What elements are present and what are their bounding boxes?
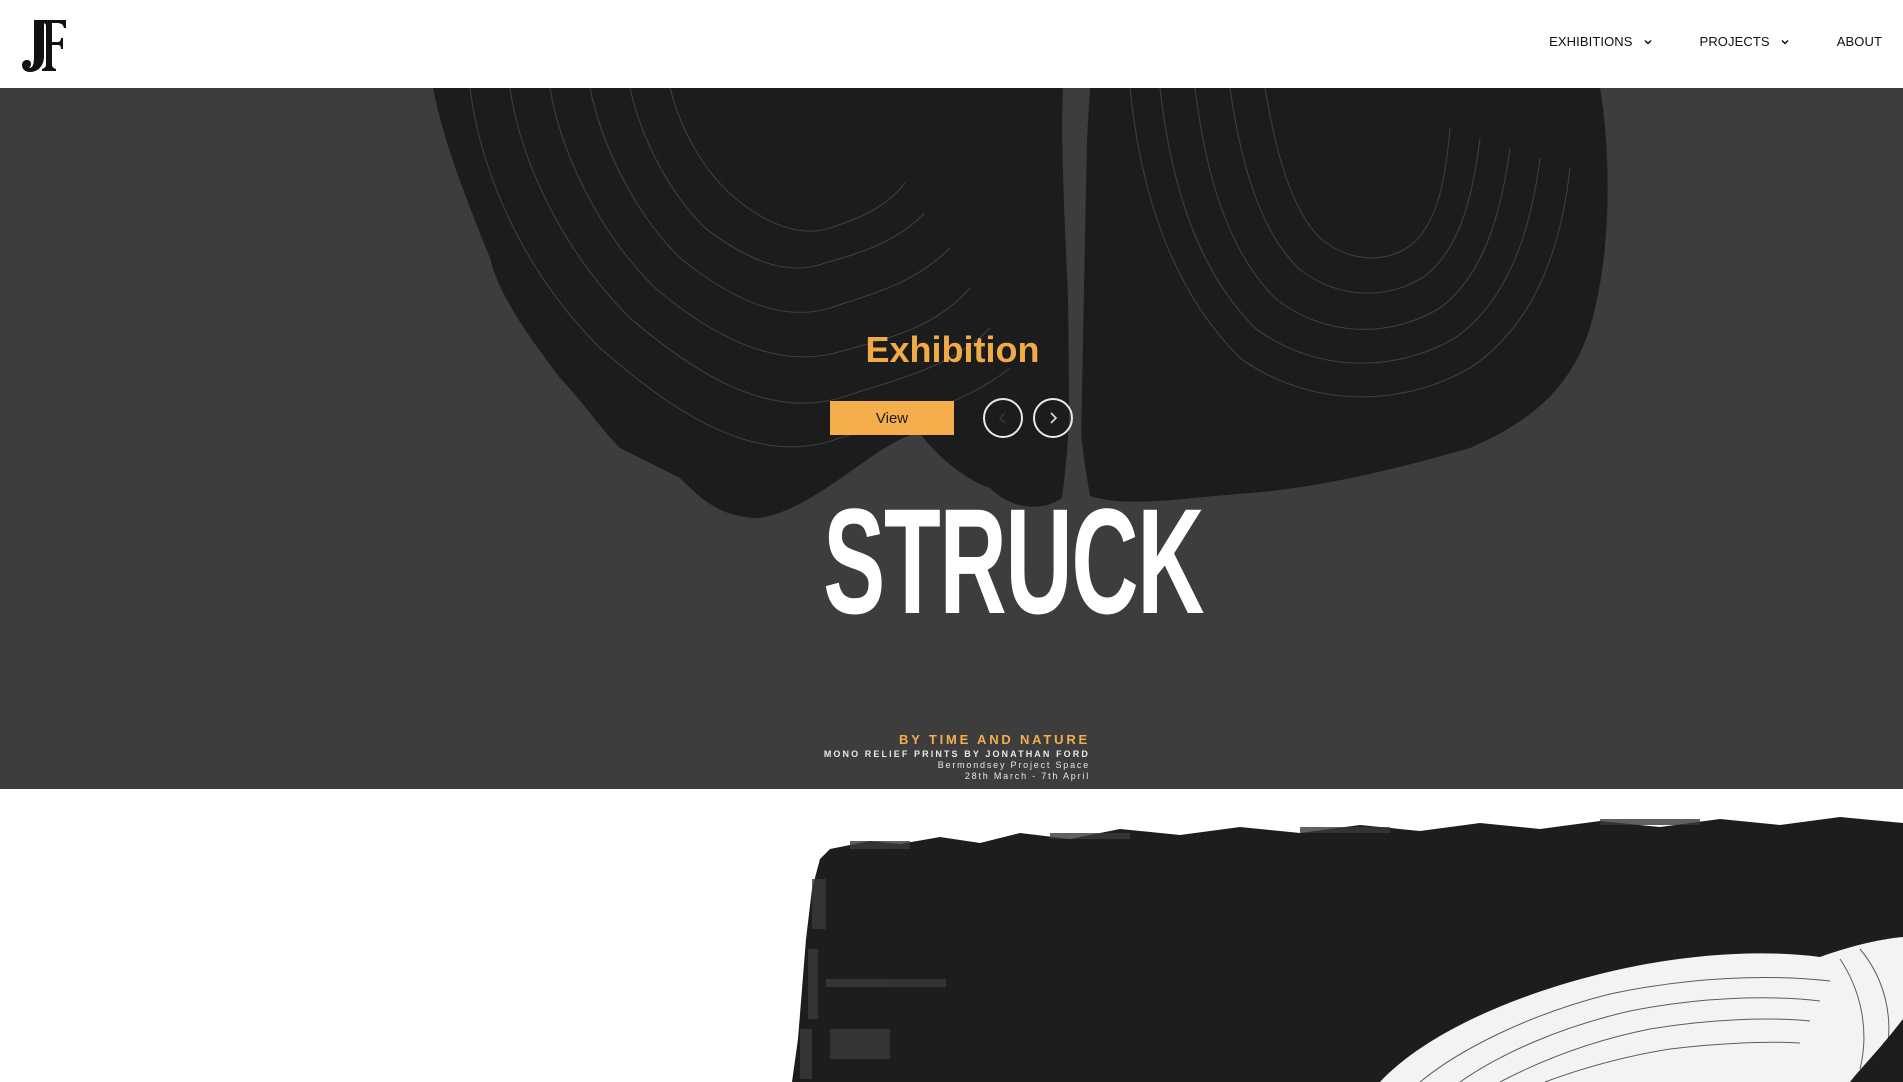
hero-category-title: Exhibition xyxy=(865,329,1040,370)
nav-projects-label: PROJECTS xyxy=(1699,34,1770,49)
nav-exhibitions[interactable]: EXHIBITIONS xyxy=(1549,34,1653,49)
chevron-down-icon xyxy=(1644,39,1652,45)
chevron-right-icon xyxy=(1050,412,1058,424)
tree-stump-image xyxy=(433,88,1608,518)
nav-projects[interactable]: PROJECTS xyxy=(1700,34,1791,49)
exhibition-poster: STRUCK BY TIME AND NATURE MONO RELIEF PR… xyxy=(800,477,1204,781)
chevron-left-icon xyxy=(998,412,1006,424)
poster-title: STRUCK xyxy=(823,477,1204,645)
chevron-down-icon xyxy=(1781,39,1789,45)
poster-dates-line: 28th March - 7th April xyxy=(964,771,1090,781)
slider-next-button[interactable] xyxy=(1033,398,1073,438)
view-button[interactable]: View xyxy=(830,401,954,435)
poster-venue-line: Bermondsey Project Space xyxy=(937,760,1090,770)
ink-print-image xyxy=(792,817,1903,1082)
nav-exhibitions-label: EXHIBITIONS xyxy=(1549,34,1633,49)
featured-image-section xyxy=(0,789,1903,1082)
poster-artist-line: MONO RELIEF PRINTS BY JONATHAN FORD xyxy=(823,749,1090,759)
nav-about[interactable]: ABOUT xyxy=(1837,34,1882,49)
slider-prev-button[interactable] xyxy=(983,398,1023,438)
poster-subtitle: BY TIME AND NATURE xyxy=(899,732,1090,747)
site-header: EXHIBITIONS PROJECTS ABOUT xyxy=(0,0,1903,88)
jf-logo[interactable] xyxy=(20,16,68,74)
hero-slider: Exhibition View STRUCK BY TIME AND NATUR… xyxy=(0,88,1903,789)
nav-about-label: ABOUT xyxy=(1836,34,1882,49)
main-nav: EXHIBITIONS PROJECTS ABOUT xyxy=(1549,34,1882,49)
